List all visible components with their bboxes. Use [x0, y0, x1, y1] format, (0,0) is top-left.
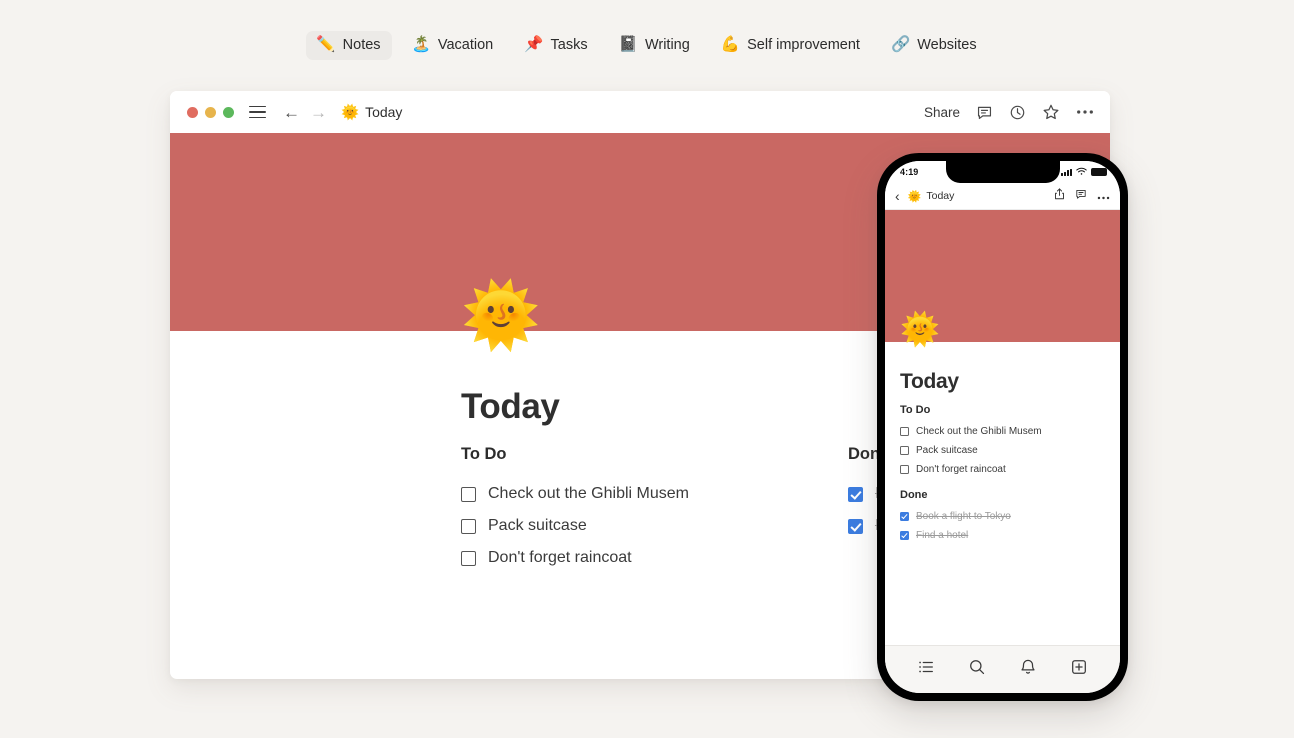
phone-task-item[interactable]: Don't forget raincoat: [900, 460, 1105, 479]
phone-page-title: Today: [900, 370, 959, 393]
task-label: Check out the Ghibli Musem: [488, 485, 689, 502]
phone-bottom-tab-bar: [885, 645, 1120, 693]
todo-column: To Do Check out the Ghibli Musem Pack su…: [461, 445, 848, 574]
tab-self-improvement[interactable]: 💪 Self improvement: [711, 31, 871, 60]
phone-header-bar: ‹ 🌞 Today: [885, 183, 1120, 210]
phone-screen: 4:19 ‹ 🌞 Today 🌞 Today To Do Check out t…: [885, 161, 1120, 693]
maximize-window-button[interactable]: [223, 106, 234, 118]
task-item[interactable]: Don't forget raincoat: [461, 542, 848, 574]
flexed-biceps-icon: 💪: [720, 36, 741, 53]
task-label: Don't forget raincoat: [488, 549, 632, 566]
phone-task-checkbox[interactable]: [900, 446, 909, 455]
task-checkbox[interactable]: [461, 486, 476, 502]
plus-square-icon[interactable]: [1070, 658, 1088, 681]
back-arrow-icon[interactable]: ←: [283, 104, 300, 121]
phone-page-sun-icon[interactable]: 🌞: [900, 313, 940, 345]
back-chevron-icon[interactable]: ‹: [895, 189, 900, 203]
phone-task-label: Pack suitcase: [916, 445, 978, 456]
wifi-icon: [1076, 167, 1087, 178]
status-icons: [1061, 167, 1107, 178]
phone-page-body: 🌞 Today To Do Check out the Ghibli Musem…: [885, 313, 1120, 545]
share-button[interactable]: Share: [924, 105, 960, 120]
more-options-icon[interactable]: [1097, 187, 1110, 205]
search-icon[interactable]: [968, 658, 986, 681]
phone-mockup: 4:19 ‹ 🌞 Today 🌞 Today To Do Check out t…: [877, 153, 1128, 701]
tab-writing[interactable]: 📓 Writing: [609, 31, 701, 60]
sun-icon: 🌞: [907, 190, 922, 203]
phone-task-label: Book a flight to Tokyo: [916, 511, 1011, 522]
sun-icon: 🌞: [341, 104, 360, 121]
menu-icon[interactable]: [249, 105, 266, 119]
phone-task-checkbox[interactable]: [900, 531, 909, 540]
task-checkbox[interactable]: [848, 518, 863, 534]
island-icon: 🏝️: [411, 36, 431, 53]
pushpin-icon: 📌: [524, 36, 544, 53]
phone-task-label: Don't forget raincoat: [916, 464, 1006, 475]
phone-notch: [945, 161, 1060, 183]
tab-label: Websites: [917, 36, 977, 53]
list-icon[interactable]: [917, 658, 935, 681]
notebook-icon: 📓: [618, 36, 638, 53]
phone-task-checkbox[interactable]: [900, 427, 909, 436]
breadcrumb[interactable]: 🌞 Today: [341, 104, 402, 121]
battery-icon: [1091, 168, 1107, 176]
tab-label: Writing: [644, 36, 690, 53]
task-checkbox[interactable]: [461, 518, 476, 534]
task-item[interactable]: Check out the Ghibli Musem: [461, 478, 848, 510]
phone-task-item[interactable]: Pack suitcase: [900, 441, 1105, 460]
workspace-tab-bar: ✏️ Notes 🏝️ Vacation 📌 Tasks 📓 Writing 💪…: [0, 31, 1294, 60]
comment-icon[interactable]: [1075, 187, 1087, 205]
phone-section-heading-done: Done: [900, 489, 928, 501]
history-clock-icon[interactable]: [1009, 104, 1026, 121]
phone-task-checkbox[interactable]: [900, 465, 909, 474]
favorite-star-icon[interactable]: [1042, 103, 1060, 121]
tab-label: Notes: [342, 36, 381, 53]
more-options-icon[interactable]: [1076, 109, 1094, 115]
column-heading-todo: To Do: [461, 445, 507, 463]
phone-task-item[interactable]: Book a flight to Tokyo: [900, 507, 1105, 526]
phone-task-label: Find a hotel: [916, 530, 969, 541]
pencil-icon: ✏️: [316, 36, 336, 53]
window-title-bar: ← → 🌞 Today Share: [170, 91, 1110, 133]
task-item[interactable]: Pack suitcase: [461, 510, 848, 542]
cellular-signal-icon: [1061, 168, 1072, 176]
tab-label: Vacation: [437, 36, 494, 53]
phone-task-checkbox[interactable]: [900, 512, 909, 521]
page-sun-icon[interactable]: 🌞: [461, 283, 541, 347]
tab-notes[interactable]: ✏️ Notes: [306, 31, 392, 60]
minimize-window-button[interactable]: [205, 106, 216, 118]
navigation-arrows: ← →: [283, 104, 327, 121]
phone-header-actions: [1054, 187, 1110, 205]
status-time: 4:19: [900, 167, 919, 177]
tab-websites[interactable]: 🔗 Websites: [881, 31, 988, 60]
tab-vacation[interactable]: 🏝️ Vacation: [402, 31, 505, 60]
tab-label: Tasks: [550, 36, 588, 53]
task-checkbox[interactable]: [461, 550, 476, 566]
phone-breadcrumb-label: Today: [926, 190, 955, 202]
comment-icon[interactable]: [976, 104, 993, 121]
phone-task-item[interactable]: Find a hotel: [900, 526, 1105, 545]
tab-label: Self improvement: [747, 36, 860, 53]
forward-arrow-icon[interactable]: →: [310, 104, 327, 121]
bell-icon[interactable]: [1019, 658, 1037, 681]
phone-task-label: Check out the Ghibli Musem: [916, 426, 1042, 437]
task-checkbox[interactable]: [848, 486, 863, 502]
window-actions: Share: [924, 103, 1094, 121]
share-icon[interactable]: [1054, 187, 1065, 205]
link-icon: 🔗: [890, 36, 911, 53]
task-label: Pack suitcase: [488, 517, 587, 534]
window-traffic-lights: [187, 106, 234, 118]
phone-task-item[interactable]: Check out the Ghibli Musem: [900, 422, 1105, 441]
breadcrumb-label: Today: [365, 104, 403, 120]
close-window-button[interactable]: [187, 106, 198, 118]
phone-section-heading-todo: To Do: [900, 404, 931, 416]
tab-tasks[interactable]: 📌 Tasks: [514, 31, 598, 60]
phone-breadcrumb[interactable]: 🌞 Today: [908, 190, 955, 203]
